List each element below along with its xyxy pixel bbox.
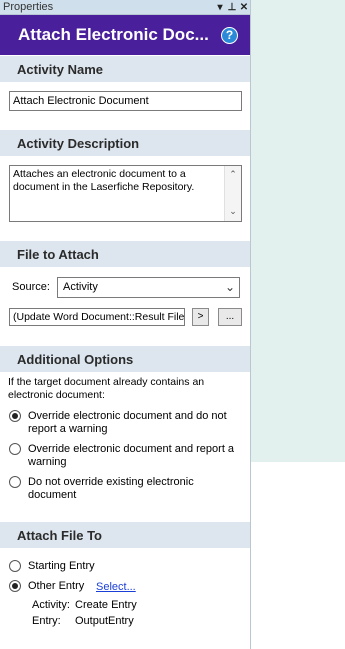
dropdown-icon[interactable]: ▾ [214, 2, 226, 13]
activity-title: Attach Electronic Doc... [18, 25, 209, 44]
additional-options-intro: If the target document already contains … [8, 376, 205, 401]
panel-title: Properties [3, 1, 54, 13]
radio-selected-icon[interactable] [9, 410, 21, 422]
canvas-background [251, 462, 345, 649]
option-label: Override electronic document and do not … [28, 410, 227, 435]
browse-button[interactable]: ... [218, 308, 242, 326]
chevron-down-icon: ⌄ [224, 280, 235, 294]
radio-icon[interactable] [9, 443, 21, 455]
close-icon[interactable]: ✕ [238, 2, 250, 13]
radio-selected-icon[interactable] [9, 580, 21, 592]
activity-header: Attach Electronic Doc... ? [0, 15, 250, 55]
source-select-value: Activity [63, 281, 98, 293]
radio-icon[interactable] [9, 560, 21, 572]
activity-name-input[interactable]: Attach Electronic Document [9, 91, 242, 111]
option-label: Starting Entry [28, 560, 95, 572]
activity-label: Activity: [32, 599, 70, 611]
select-entry-link[interactable]: Select... [96, 581, 136, 593]
section-attach-file-to[interactable]: Attach File To [0, 522, 250, 548]
section-file-to-attach[interactable]: File to Attach [0, 241, 250, 267]
canvas-area[interactable] [251, 0, 345, 462]
option-override-warning[interactable]: Override electronic document and report … [9, 443, 241, 469]
section-additional-options[interactable]: Additional Options [0, 346, 250, 372]
pin-icon[interactable]: ⊥ [226, 2, 238, 13]
option-other-entry[interactable]: Other Entry [9, 580, 84, 593]
option-label: Do not override existing electronic docu… [28, 476, 194, 501]
panel-titlebar: Properties ▾ ⊥ ✕ [0, 0, 250, 15]
option-label: Override electronic document and report … [28, 443, 235, 468]
help-icon[interactable]: ? [221, 26, 238, 44]
scroll-up-icon[interactable]: ⌃ [225, 168, 241, 184]
option-starting-entry[interactable]: Starting Entry [9, 560, 95, 573]
entry-label: Entry: [32, 615, 61, 627]
token-button[interactable]: > [192, 308, 209, 326]
radio-icon[interactable] [9, 476, 21, 488]
activity-description-text: Attaches an electronic document to a doc… [13, 168, 195, 193]
section-activity-description[interactable]: Activity Description [0, 130, 250, 156]
activity-value: Create Entry [75, 599, 137, 611]
file-path-input[interactable]: (Update Word Document::Result File [9, 308, 185, 326]
properties-panel: Properties ▾ ⊥ ✕ Attach Electronic Doc..… [0, 0, 251, 649]
activity-description-input[interactable]: Attaches an electronic document to a doc… [9, 165, 242, 222]
option-label: Other Entry [28, 580, 85, 592]
section-activity-name[interactable]: Activity Name [0, 56, 250, 82]
entry-value: OutputEntry [75, 615, 134, 627]
option-override-no-warning[interactable]: Override electronic document and do not … [9, 410, 241, 436]
option-do-not-override[interactable]: Do not override existing electronic docu… [9, 476, 241, 502]
scroll-down-icon[interactable]: ⌄ [225, 205, 241, 221]
source-label: Source: [12, 281, 50, 293]
source-select[interactable]: Activity ⌄ [57, 277, 240, 298]
description-scrollbar[interactable]: ⌃ ⌄ [224, 166, 241, 221]
